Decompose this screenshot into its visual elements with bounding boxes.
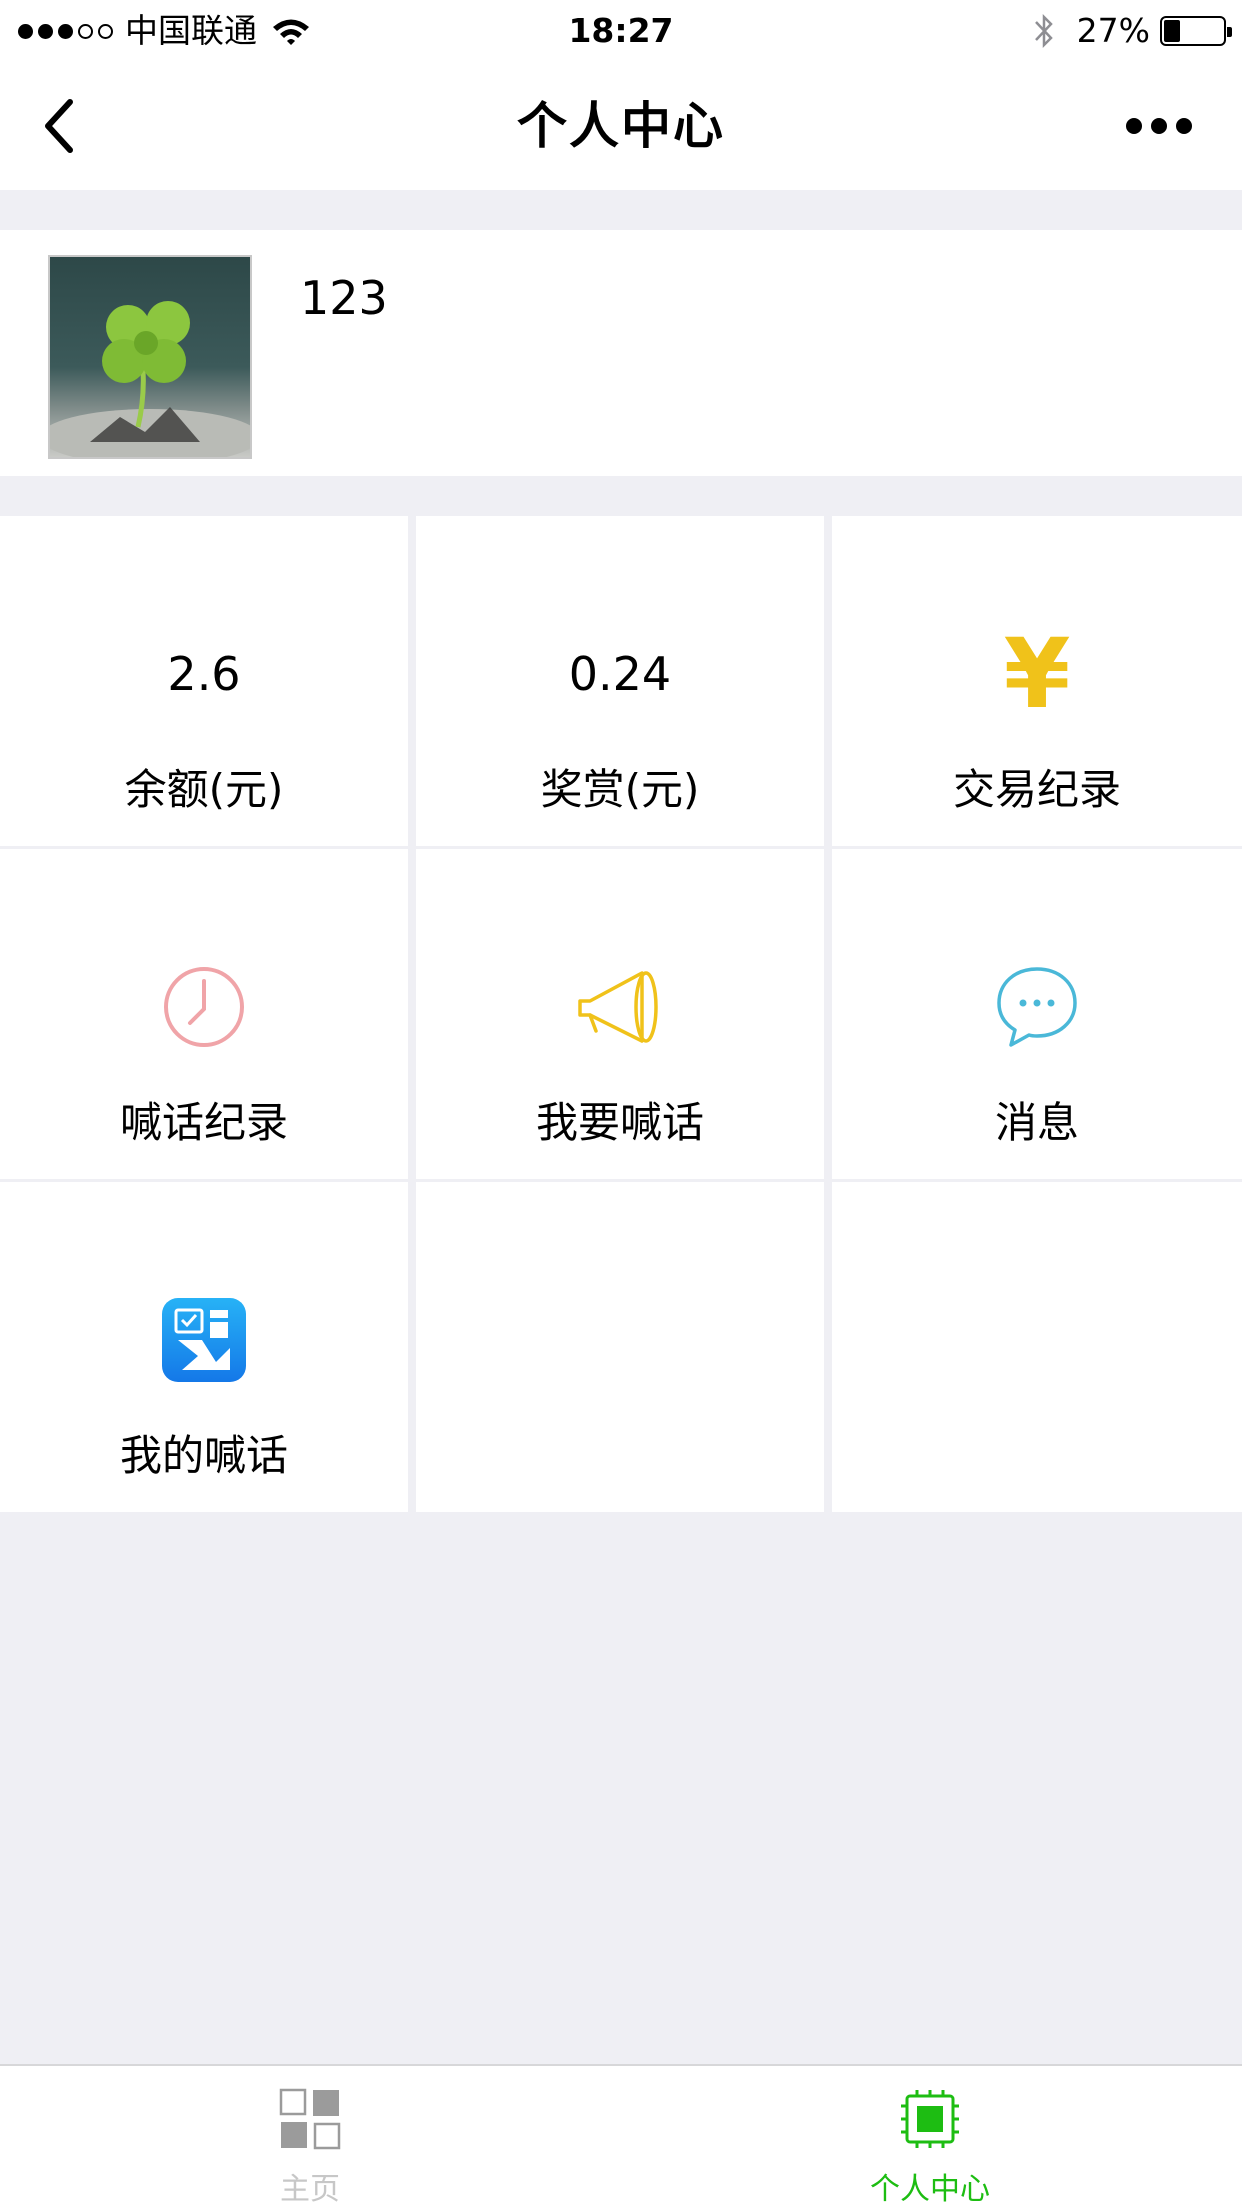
grid-icon: [279, 2088, 341, 2150]
more-dot: [1126, 118, 1142, 134]
shout-cell[interactable]: 我要喊话: [416, 849, 824, 1179]
tab-home[interactable]: 主页: [160, 2066, 460, 2208]
bluetooth-icon: [1034, 13, 1053, 49]
messages-cell[interactable]: 消息: [832, 849, 1242, 1179]
balance-label: 余额(元): [124, 765, 284, 814]
empty-cell: [416, 1182, 824, 1512]
more-dot: [1151, 118, 1167, 134]
transactions-icon-wrap: ¥: [832, 626, 1242, 722]
feature-grid: 2.6 余额(元) 0.24 奖赏(元) ¥ 交易纪录 喊话纪录 我要喊话 消息…: [0, 516, 1242, 1512]
clipboard-person-icon: [162, 1298, 246, 1382]
clock-icon: [164, 967, 244, 1047]
shout-history-cell[interactable]: 喊话纪录: [0, 849, 408, 1179]
reward-value-wrap: 0.24: [416, 626, 824, 722]
battery-percent: 27%: [1076, 11, 1150, 50]
more-dot: [1176, 118, 1192, 134]
navigation-bar: 个人中心: [0, 62, 1242, 190]
shout-label: 我要喊话: [535, 1098, 704, 1147]
transactions-cell[interactable]: ¥ 交易纪录: [832, 516, 1242, 846]
screen: 中国联通 18:27 27% 个人中心 123 2.6 余额(元) 0.24 奖…: [0, 0, 1242, 2208]
battery-level-fill: [1164, 20, 1180, 42]
my-shouts-icon-wrap: [0, 1292, 408, 1388]
tab-home-label: 主页: [280, 2172, 340, 2207]
shout-history-icon-wrap: [0, 959, 408, 1055]
shout-history-label: 喊话纪录: [119, 1098, 288, 1147]
megaphone-icon: [578, 971, 658, 1043]
status-right: 27%: [1033, 10, 1232, 52]
clover-icon: [50, 301, 250, 457]
battery-cap: [1227, 27, 1232, 37]
tab-profile-label: 个人中心: [870, 2172, 990, 2207]
yen-icon: ¥: [1003, 618, 1071, 730]
profile-card[interactable]: 123: [0, 230, 1242, 476]
tab-profile[interactable]: 个人中心: [780, 2066, 1080, 2208]
messages-label: 消息: [994, 1098, 1079, 1147]
tab-bar: 主页 个人中心: [0, 2064, 1242, 2208]
chat-bubble-icon: [997, 967, 1077, 1047]
page-title: 个人中心: [517, 97, 725, 155]
balance-cell[interactable]: 2.6 余额(元): [0, 516, 408, 846]
my-shouts-cell[interactable]: 我的喊话: [0, 1182, 408, 1512]
chip-icon: [901, 2090, 959, 2148]
username: 123: [300, 271, 388, 325]
messages-icon-wrap: [832, 959, 1242, 1055]
reward-label: 奖赏(元): [540, 765, 700, 814]
my-shouts-label: 我的喊话: [119, 1431, 288, 1480]
balance-value-wrap: 2.6: [0, 626, 408, 722]
reward-value: 0.24: [568, 647, 672, 701]
transactions-label: 交易纪录: [952, 765, 1121, 814]
more-button[interactable]: [1126, 110, 1192, 142]
balance-value: 2.6: [167, 647, 241, 701]
shout-icon-wrap: [416, 959, 824, 1055]
status-bar: 中国联通 18:27 27%: [0, 0, 1242, 62]
avatar[interactable]: [48, 255, 252, 459]
empty-cell: [832, 1182, 1242, 1512]
battery-icon: [1160, 16, 1232, 46]
reward-cell[interactable]: 0.24 奖赏(元): [416, 516, 824, 846]
